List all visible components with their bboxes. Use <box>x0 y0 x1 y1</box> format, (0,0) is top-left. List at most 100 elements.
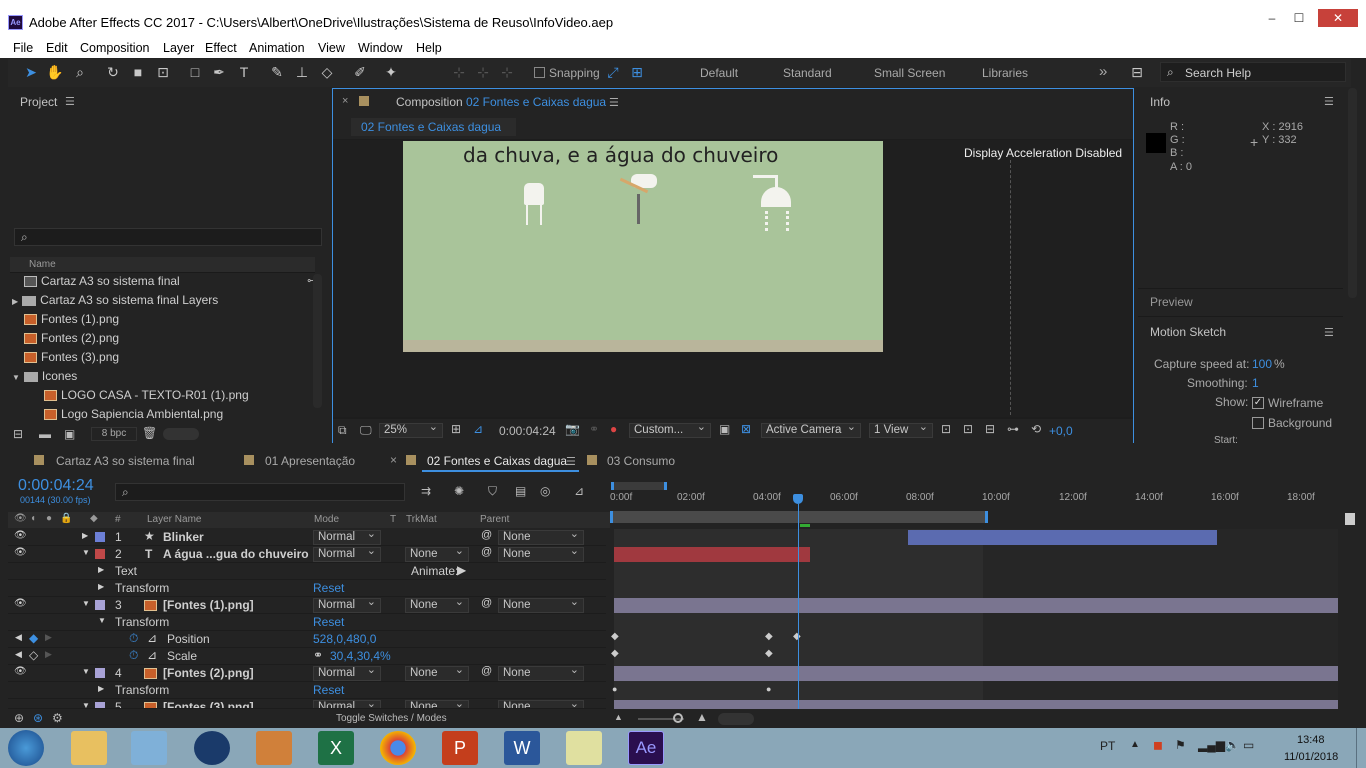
more-workspaces-icon[interactable]: » <box>1099 63 1107 80</box>
add-keyframe-icon[interactable]: ◇ <box>29 648 38 662</box>
zoom-out-icon[interactable]: ▲ <box>614 712 623 722</box>
tab-cartaz[interactable]: Cartaz A3 so sistema final <box>56 454 195 468</box>
parent-dropdown[interactable]: None <box>498 545 584 562</box>
animate-play-icon[interactable]: ▶ <box>457 563 466 577</box>
property-row-transform[interactable]: ▶ Transform Reset <box>8 682 606 699</box>
mode-dropdown[interactable]: Normal <box>313 664 381 681</box>
column-name[interactable]: Name <box>29 259 56 270</box>
minimize-button[interactable]: ‒ <box>1259 9 1285 27</box>
keyframe[interactable]: ◆ <box>765 631 773 642</box>
layer-switches-icon[interactable]: ⊕ <box>14 711 24 725</box>
powerpoint-icon[interactable]: P <box>442 731 478 765</box>
pickwhip-icon[interactable]: @ <box>481 546 492 558</box>
always-preview-icon[interactable]: ⧉ <box>338 423 347 438</box>
layer-row-4[interactable]: 👁 ▼ 4 [Fontes (2).png] Normal None @ Non… <box>8 664 606 682</box>
workspace-small-screen[interactable]: Small Screen <box>874 66 945 80</box>
tray-app-icon[interactable]: ◼ <box>1153 738 1163 752</box>
rotate-tool-icon[interactable]: ↻ <box>104 63 122 81</box>
collapse-arrow-icon[interactable]: ▼ <box>82 548 90 557</box>
list-item[interactable]: Fontes (1).png <box>24 312 119 329</box>
new-composition-icon[interactable]: ▣ <box>64 427 75 441</box>
new-folder-icon[interactable]: ▬ <box>39 427 51 441</box>
column-layer-name[interactable]: Layer Name <box>147 514 201 525</box>
mode-dropdown[interactable]: Normal <box>313 699 381 708</box>
graph-editor-icon[interactable]: ⊿ <box>574 484 584 498</box>
list-item[interactable]: LOGO CASA - TEXTO-R01 (1).png <box>44 388 249 405</box>
column-number[interactable]: # <box>115 514 121 525</box>
timeline-search-input[interactable]: ⌕ <box>115 483 405 501</box>
mode-dropdown[interactable]: Normal <box>313 528 381 545</box>
axis-view-icon[interactable]: ⊹ <box>498 63 516 81</box>
column-parent[interactable]: Parent <box>480 514 509 525</box>
smoothing-value[interactable]: 1 <box>1252 376 1259 390</box>
parent-dropdown[interactable]: None <box>498 528 584 545</box>
sticky-notes-icon[interactable] <box>566 731 602 765</box>
network-icon[interactable]: ▂▄▆ <box>1198 738 1225 752</box>
eraser-tool-icon[interactable]: ◇ <box>318 63 336 81</box>
fast-previews-icon[interactable]: ⊡ <box>963 422 973 436</box>
trkmat-dropdown[interactable]: None <box>405 596 469 613</box>
close-button[interactable]: ✕ <box>1318 9 1358 27</box>
capture-speed-value[interactable]: 100 <box>1252 357 1272 371</box>
next-keyframe-icon[interactable]: ▶ <box>45 649 52 660</box>
brush-tool-icon[interactable]: ✎ <box>268 63 286 81</box>
pickwhip-icon[interactable]: @ <box>481 529 492 541</box>
list-item[interactable]: Logo Sapiencia Ambiental.png <box>44 407 223 424</box>
chrome-icon[interactable] <box>380 731 416 765</box>
clock-time[interactable]: 13:48 <box>1297 734 1325 746</box>
layer-bar-4[interactable] <box>614 666 1338 681</box>
workspace-default[interactable]: Default <box>700 66 738 80</box>
layer-bar-5[interactable] <box>614 700 1338 709</box>
keyframe[interactable]: ◆ <box>765 648 773 659</box>
timeline-scroll-top-icon[interactable] <box>1345 513 1355 525</box>
zoom-slider-handle[interactable] <box>673 713 683 723</box>
after-effects-taskbar-icon[interactable]: Ae <box>628 731 664 765</box>
power-icon[interactable]: ▭ <box>1243 738 1254 752</box>
project-zoom-slider[interactable] <box>163 428 199 440</box>
exposure-value[interactable]: +0,0 <box>1049 424 1073 438</box>
draft-3d-icon[interactable]: ✺ <box>454 484 464 498</box>
tab-apresentacao[interactable]: 01 Apresentação <box>265 454 355 468</box>
snapping-checkbox[interactable] <box>534 67 545 78</box>
animate-label[interactable]: Animate: <box>411 564 458 578</box>
layer-name[interactable]: [Fontes (3).png] <box>163 700 254 708</box>
collapse-arrow-icon[interactable]: ▼ <box>82 599 90 608</box>
layer-row-1[interactable]: 👁 ▶ 1 ★ Blinker Normal @ None <box>8 528 606 546</box>
list-item[interactable]: ▼ Icones <box>12 369 77 386</box>
rectangle-tool-icon[interactable]: □ <box>186 63 204 81</box>
mode-dropdown[interactable]: Normal <box>313 545 381 562</box>
parent-dropdown[interactable]: None <box>498 596 584 613</box>
preview-panel-title[interactable]: Preview <box>1150 295 1193 309</box>
timeline-panel-menu-icon[interactable]: ☰ <box>566 455 576 468</box>
parent-dropdown[interactable]: None <box>498 699 584 708</box>
file-explorer-icon[interactable] <box>71 731 107 765</box>
trkmat-dropdown[interactable]: None <box>405 699 469 708</box>
maximize-button[interactable]: ☐ <box>1286 9 1312 27</box>
project-scrollbar[interactable] <box>313 274 322 408</box>
layer-name[interactable]: Blinker <box>163 530 204 544</box>
reset-link[interactable]: Reset <box>313 581 344 595</box>
media-player-icon[interactable] <box>131 731 167 765</box>
collapse-arrow-icon[interactable]: ▼ <box>82 701 90 708</box>
project-panel-title[interactable]: Project <box>20 95 57 109</box>
workspace-standard[interactable]: Standard <box>783 66 832 80</box>
list-item[interactable]: Fontes (2).png <box>24 331 119 348</box>
zoom-dropdown[interactable]: 25% <box>379 421 443 438</box>
reset-link[interactable]: Reset <box>313 615 344 629</box>
region-of-interest-icon[interactable]: ▣ <box>719 422 730 436</box>
list-item[interactable]: Cartaz A3 so sistema final <box>24 274 180 291</box>
property-row-transform[interactable]: ▶ Transform Reset <box>8 580 606 597</box>
property-value[interactable]: 30,4,30,4% <box>330 649 391 663</box>
pickwhip-icon[interactable]: @ <box>481 665 492 677</box>
axis-local-icon[interactable]: ⊹ <box>450 63 468 81</box>
pen-tool-icon[interactable]: ✒ <box>210 63 228 81</box>
pickwhip-icon[interactable]: @ <box>481 597 492 609</box>
expand-arrow-icon[interactable]: ▶ <box>98 684 104 693</box>
toggle-switches-modes[interactable]: Toggle Switches / Modes <box>336 713 447 724</box>
in-out-icon[interactable]: ⚙ <box>52 711 63 725</box>
composition-timecode[interactable]: 0:00:04:24 <box>499 424 556 438</box>
next-keyframe-icon[interactable]: ▶ <box>45 632 52 643</box>
prev-keyframe-icon[interactable]: ◀ <box>15 632 22 643</box>
wireframe-checkbox[interactable]: ✓ <box>1252 397 1264 409</box>
interpret-footage-icon[interactable]: ⊟ <box>13 427 23 441</box>
